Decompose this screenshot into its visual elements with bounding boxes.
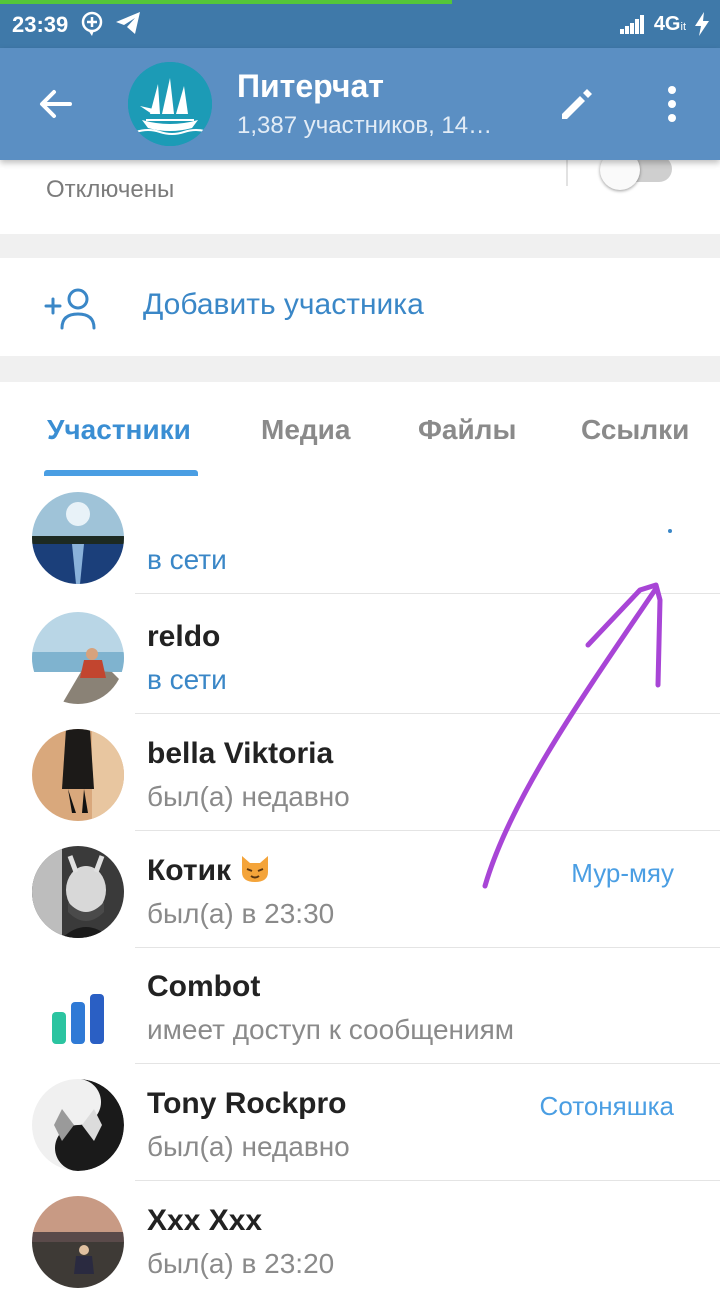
section-gap [0, 234, 720, 258]
sailing-ship-icon [128, 62, 212, 146]
member-status: в сети [147, 664, 227, 695]
member-row[interactable]: reldo в сети [0, 598, 720, 714]
member-row[interactable]: bella Viktoria был(а) недавно [0, 715, 720, 831]
cat-emoji-icon [239, 854, 271, 884]
group-title: Питерчат [237, 68, 384, 104]
row-divider [135, 593, 720, 594]
avatar [32, 612, 124, 704]
avatar-landscape-photo [32, 1196, 124, 1288]
charging-icon [695, 12, 709, 36]
notifications-divider [566, 160, 568, 186]
notifications-value: Отключены [46, 176, 175, 203]
avatar [32, 1079, 124, 1171]
tab-media[interactable]: Медиа [261, 414, 350, 446]
add-member-label: Добавить участника [143, 288, 424, 321]
add-circle-icon [81, 11, 103, 36]
add-member-button[interactable]: Добавить участника [0, 258, 720, 356]
bar-chart-logo-icon [52, 994, 104, 1044]
section-gap [0, 356, 720, 382]
avatar-beach-photo [32, 612, 124, 704]
network-subscript: it [680, 20, 687, 33]
back-arrow-icon[interactable] [36, 84, 76, 124]
member-name: Котик [147, 854, 271, 888]
network-type: 4Git [653, 12, 687, 35]
add-user-icon [44, 288, 96, 330]
group-avatar[interactable] [128, 62, 212, 146]
member-status: имеет доступ к сообщениям [147, 1014, 515, 1045]
loading-progress-bar [0, 0, 452, 4]
avatar-person-photo [32, 729, 124, 821]
row-divider [135, 830, 720, 831]
member-name: Combot [147, 970, 261, 1003]
row-divider [135, 713, 720, 714]
member-status: был(а) в 23:20 [147, 1248, 335, 1279]
signal-icon [619, 15, 644, 34]
member-status: был(а) недавно [147, 1131, 350, 1162]
group-member-count: 1,387 участников, 14… [237, 112, 493, 139]
member-row[interactable]: в сети [0, 478, 720, 594]
status-time: 23:39 [12, 12, 69, 37]
notifications-row[interactable]: Отключены [0, 150, 720, 234]
telegram-plane-icon [116, 12, 140, 34]
member-status: в сети [147, 544, 227, 575]
avatar-wolf-yin-yang [32, 1079, 124, 1171]
member-row[interactable]: Combot имеет доступ к сообщениям [0, 948, 720, 1064]
avatar [32, 492, 124, 584]
status-right-group: 4Git [619, 12, 710, 36]
member-status: был(а) в 23:30 [147, 898, 335, 929]
more-vertical-icon[interactable] [656, 84, 688, 124]
avatar [32, 729, 124, 821]
tab-members[interactable]: Участники [47, 414, 191, 446]
avatar [32, 1196, 124, 1288]
member-status: был(а) недавно [147, 781, 350, 812]
member-row[interactable]: Котик был(а) в 23:30 Мур-мяу [0, 832, 720, 948]
active-tab-indicator [44, 470, 198, 476]
avatar-bw-portrait [32, 846, 124, 938]
edit-pencil-icon[interactable] [556, 84, 596, 124]
row-divider [135, 1063, 720, 1064]
member-row[interactable]: Xxx Xxx был(а) в 23:20 [0, 1182, 720, 1298]
member-name: Xxx Xxx [147, 1204, 263, 1237]
tab-files[interactable]: Файлы [418, 414, 516, 446]
member-name: reldo [147, 620, 221, 653]
shared-content-tabs: Участники Медиа Файлы Ссылки [0, 382, 720, 479]
avatar [32, 962, 124, 1054]
status-bar: 23:39 4Git [0, 0, 720, 48]
avatar [32, 846, 124, 938]
chat-header: Питерчат 1,387 участников, 14… [0, 48, 720, 160]
member-name: bella Viktoria [147, 737, 334, 770]
member-name: Tony Rockpro [147, 1087, 347, 1120]
member-row[interactable]: Tony Rockpro был(а) недавно Сотоняшка [0, 1065, 720, 1181]
row-divider [135, 1180, 720, 1181]
avatar-lake-photo [32, 492, 124, 584]
tab-links[interactable]: Ссылки [581, 414, 689, 446]
member-title-badge: Мур-мяу [571, 858, 674, 888]
member-title-badge: Сотоняшка [539, 1091, 674, 1121]
